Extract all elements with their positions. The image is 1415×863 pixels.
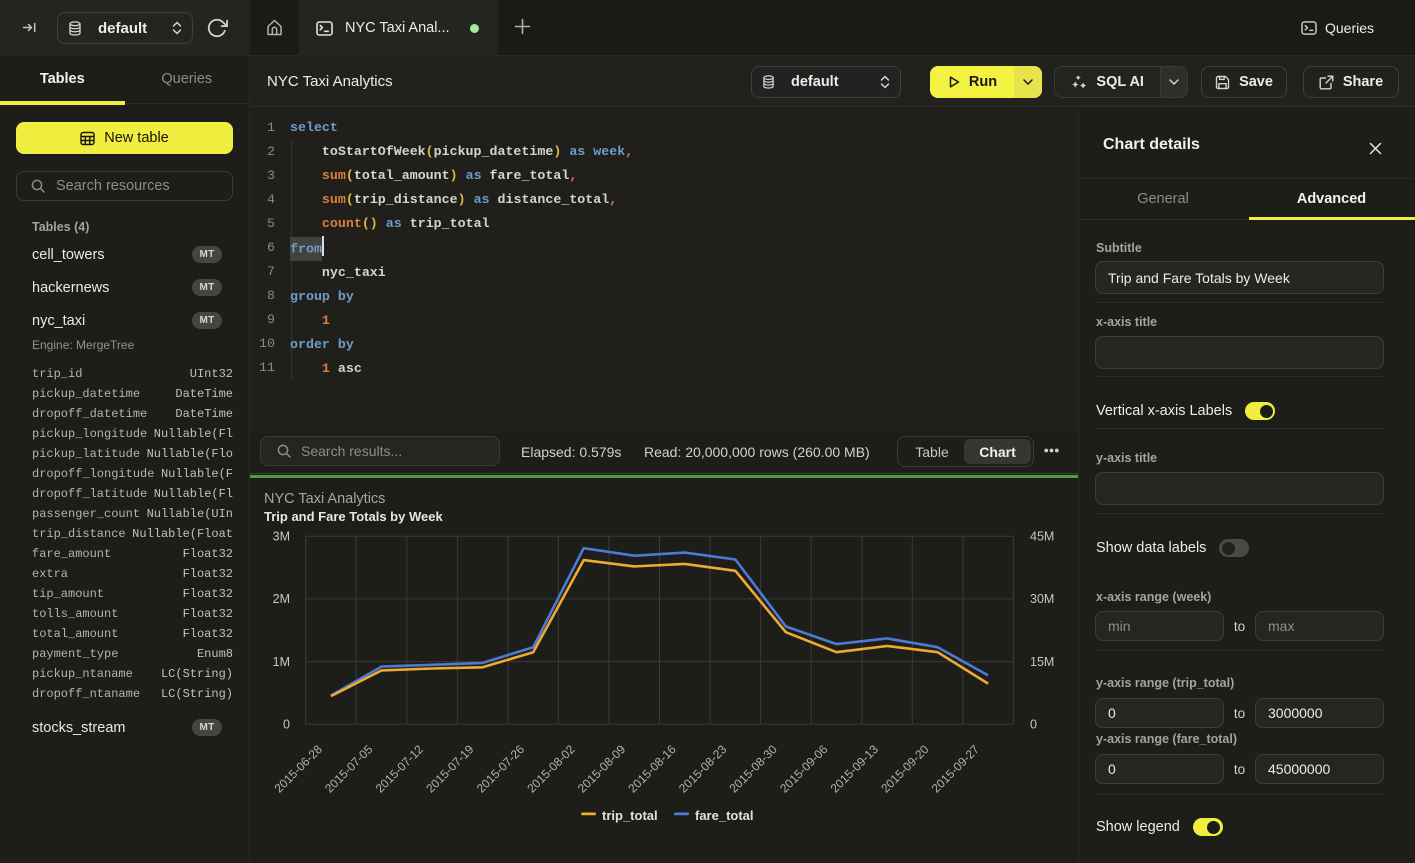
svg-text:2015-07-05: 2015-07-05 (322, 742, 376, 796)
svg-text:2015-08-02: 2015-08-02 (524, 742, 578, 796)
svg-text:2015-09-27: 2015-09-27 (929, 742, 983, 796)
svg-text:2015-09-13: 2015-09-13 (828, 742, 882, 796)
svg-text:2015-08-30: 2015-08-30 (727, 742, 781, 796)
svg-text:2M: 2M (273, 592, 290, 606)
svg-text:45M: 45M (1030, 530, 1054, 544)
svg-text:1M: 1M (273, 655, 290, 669)
svg-text:15M: 15M (1030, 655, 1054, 669)
svg-text:fare_total: fare_total (695, 808, 754, 823)
svg-text:NYC Taxi Analytics: NYC Taxi Analytics (264, 491, 385, 507)
svg-text:2015-07-26: 2015-07-26 (474, 742, 528, 796)
svg-text:2015-09-06: 2015-09-06 (777, 742, 831, 796)
svg-text:2015-06-28: 2015-06-28 (272, 742, 326, 796)
svg-text:3M: 3M (273, 530, 290, 544)
svg-text:2015-08-23: 2015-08-23 (676, 742, 730, 796)
svg-text:2015-07-12: 2015-07-12 (373, 742, 427, 796)
svg-text:2015-08-09: 2015-08-09 (575, 742, 629, 796)
svg-text:2015-09-20: 2015-09-20 (878, 742, 932, 796)
svg-text:0: 0 (283, 718, 290, 732)
svg-text:30M: 30M (1030, 592, 1054, 606)
svg-text:2015-07-19: 2015-07-19 (423, 742, 477, 796)
svg-text:trip_total: trip_total (602, 808, 658, 823)
svg-text:2015-08-16: 2015-08-16 (625, 742, 679, 796)
svg-text:Trip and Fare Totals by Week: Trip and Fare Totals by Week (264, 509, 443, 524)
svg-text:0: 0 (1030, 718, 1037, 732)
